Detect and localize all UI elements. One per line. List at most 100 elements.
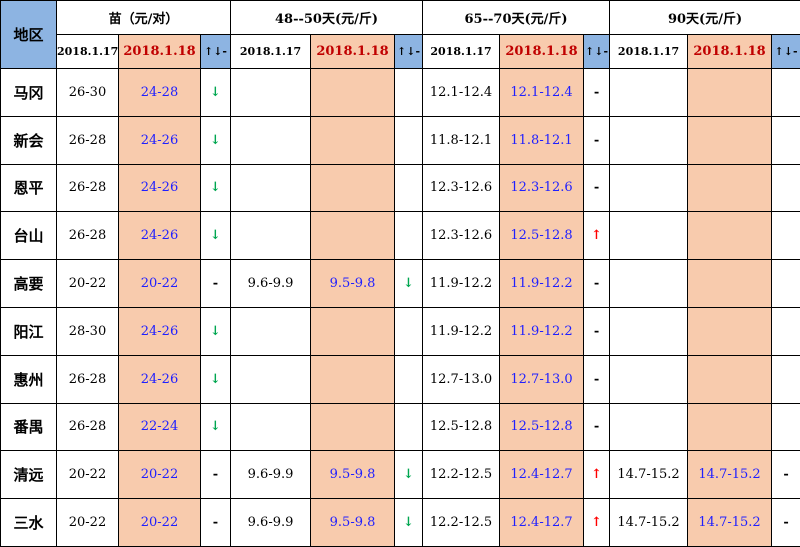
region-cell: 番禺 — [0, 402, 57, 452]
region-cell: 新会 — [0, 115, 57, 165]
price-new-cell — [310, 306, 396, 356]
price-new-cell: 12.3-12.6 — [499, 163, 585, 213]
trend-header: ↑↓- — [394, 34, 424, 69]
price-new-cell: 14.7-15.2 — [687, 450, 773, 500]
price-old-cell: 26-28 — [56, 163, 119, 213]
price-old-cell: 26-30 — [56, 68, 119, 117]
price-new-cell: 11.9-12.2 — [499, 306, 585, 356]
trend-cell: ↑ — [583, 450, 611, 500]
trend-cell — [771, 163, 800, 213]
trend-cell: - — [199, 259, 232, 308]
price-new-cell: 20-22 — [118, 450, 201, 500]
trend-cell: - — [771, 498, 800, 547]
group-header-row: 地区 苗（元/对） 48--50天(元/斤) 65--70天(元/斤) 90天(… — [0, 0, 800, 69]
trend-cell: - — [583, 306, 611, 356]
price-new-cell — [310, 163, 396, 213]
group-header-90-days: 90天(元/斤) — [609, 0, 800, 35]
price-old-cell: 12.2-12.5 — [422, 498, 501, 547]
trend-cell — [394, 354, 424, 404]
price-new-cell: 20-22 — [118, 498, 201, 547]
region-cell: 清远 — [0, 450, 57, 500]
price-new-cell — [310, 115, 396, 165]
trend-cell: - — [583, 402, 611, 452]
table-row: 高要 20-22 20-22-9.6-9.9 9.5-9.8 ↓ 11.9-12.2 11.… — [0, 259, 800, 308]
price-old-cell: 26-28 — [56, 115, 119, 165]
trend-cell — [771, 354, 800, 404]
trend-cell — [771, 68, 800, 117]
price-old-cell: 11.9-12.2 — [422, 259, 501, 308]
price-old-cell — [230, 211, 312, 261]
price-old-cell: 26-28 — [56, 354, 119, 404]
region-cell: 三水 — [0, 498, 57, 547]
price-old-cell: 9.6-9.9 — [230, 450, 312, 500]
price-old-cell: 12.3-12.6 — [422, 163, 501, 213]
price-old-cell — [230, 68, 312, 117]
date-old-header: 2018.1.17 — [422, 34, 501, 69]
price-new-cell: 9.5-9.8 — [310, 498, 396, 547]
trend-header: ↑↓- — [771, 34, 800, 69]
trend-cell: - — [583, 354, 611, 404]
trend-cell: ↓ — [199, 211, 232, 261]
trend-cell: ↑ — [583, 498, 611, 547]
date-new-header: 2018.1.18 — [499, 34, 585, 69]
price-new-cell: 11.9-12.2 — [499, 259, 585, 308]
price-new-cell: 22-24 — [118, 402, 201, 452]
price-new-cell: 24-26 — [118, 354, 201, 404]
trend-cell — [394, 68, 424, 117]
price-new-cell: 9.5-9.8 — [310, 259, 396, 308]
trend-cell: - — [199, 450, 232, 500]
price-old-cell: 26-28 — [56, 211, 119, 261]
trend-cell: - — [583, 163, 611, 213]
date-old-header: 2018.1.17 — [230, 34, 312, 69]
price-table: 地区 苗（元/对） 48--50天(元/斤) 65--70天(元/斤) 90天(… — [0, 0, 800, 547]
trend-cell: - — [771, 450, 800, 500]
table-row: 台山 26-28 24-26 ↓ 12.3-12.6 12.5-12.8 ↑ — [0, 211, 800, 261]
price-old-cell — [609, 115, 689, 165]
price-new-cell — [310, 211, 396, 261]
trend-cell: ↓ — [199, 68, 232, 117]
date-old-header: 2018.1.17 — [56, 34, 119, 69]
price-new-cell: 12.4-12.7 — [499, 450, 585, 500]
price-old-cell — [230, 354, 312, 404]
price-new-cell: 24-26 — [118, 306, 201, 356]
region-cell: 恩平 — [0, 163, 57, 213]
price-old-cell: 28-30 — [56, 306, 119, 356]
price-old-cell — [609, 306, 689, 356]
price-old-cell — [609, 163, 689, 213]
price-old-cell: 20-22 — [56, 498, 119, 547]
group-header-seedling: 苗（元/对） — [55, 0, 232, 35]
trend-cell — [394, 115, 424, 165]
table-row: 新会 26-28 24-26 ↓ 11.8-12.1 11.8-12.1- — [0, 115, 800, 165]
price-new-cell: 24-26 — [118, 115, 201, 165]
region-cell: 高要 — [0, 259, 57, 308]
price-old-cell — [230, 306, 312, 356]
trend-cell — [771, 259, 800, 308]
price-old-cell: 12.7-13.0 — [422, 354, 501, 404]
group-header-48-50-days: 48--50天(元/斤) — [230, 0, 424, 35]
price-new-cell: 9.5-9.8 — [310, 450, 396, 500]
date-new-header: 2018.1.18 — [118, 34, 201, 69]
table-row: 番禺 26-28 22-24 ↓ 12.5-12.8 12.5-12.8- — [0, 402, 800, 452]
price-old-cell: 12.5-12.8 — [422, 402, 501, 452]
trend-cell — [394, 306, 424, 356]
table-row: 清远 20-22 20-22-9.6-9.9 9.5-9.8 ↓ 12.2-12.5 12.… — [0, 450, 800, 500]
trend-cell: ↓ — [199, 115, 232, 165]
table-row: 三水 20-22 20-22-9.6-9.9 9.5-9.8 ↓ 12.2-12.5 12.… — [0, 498, 800, 547]
trend-cell — [771, 115, 800, 165]
price-old-cell — [609, 211, 689, 261]
price-new-cell: 24-28 — [118, 68, 201, 117]
price-old-cell — [609, 402, 689, 452]
price-new-cell — [687, 259, 773, 308]
region-cell: 阳江 — [0, 306, 57, 356]
price-new-cell: 12.5-12.8 — [499, 211, 585, 261]
price-old-cell: 11.8-12.1 — [422, 115, 501, 165]
table-row: 惠州 26-28 24-26 ↓ 12.7-13.0 12.7-13.0- — [0, 354, 800, 404]
trend-header: ↑↓- — [583, 34, 611, 69]
date-old-header: 2018.1.17 — [609, 34, 689, 69]
price-new-cell: 11.8-12.1 — [499, 115, 585, 165]
price-new-cell — [687, 306, 773, 356]
trend-cell — [771, 402, 800, 452]
price-new-cell — [687, 402, 773, 452]
trend-cell: - — [199, 498, 232, 547]
trend-cell: ↓ — [199, 163, 232, 213]
